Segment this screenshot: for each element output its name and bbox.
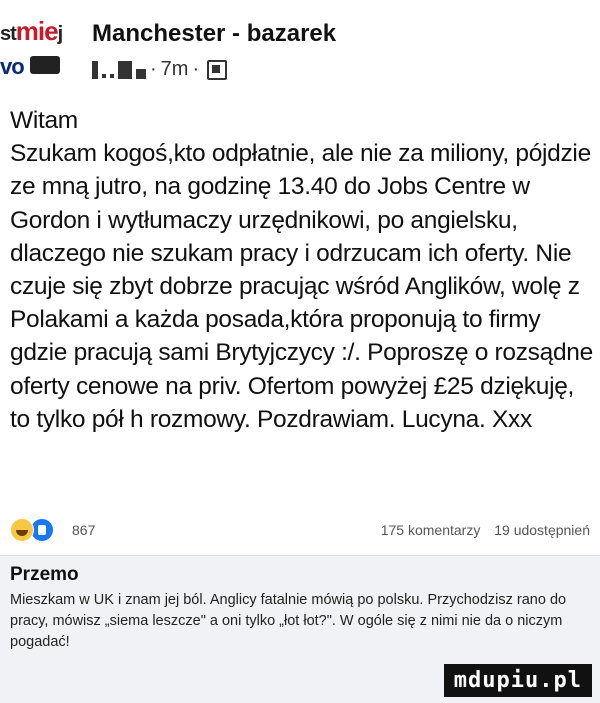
censored-author-block — [136, 68, 146, 79]
avatar-censor-blot — [30, 56, 60, 74]
group-name[interactable]: Manchester - bazarek — [92, 20, 336, 48]
meta-separator: · — [150, 58, 157, 80]
reactions-count: 867 — [72, 522, 96, 538]
meta-separator: · — [192, 58, 200, 80]
censored-author-block — [92, 60, 98, 79]
censored-author-block — [118, 60, 132, 79]
reactions[interactable]: 867 — [10, 518, 95, 542]
post-time[interactable]: 7m — [161, 58, 189, 81]
watermark-logo: mdupiu.pl — [443, 664, 592, 697]
avatar-line-1: stmiej — [0, 16, 63, 46]
post-stats-bar: 867 175 komentarzy 19 udostępnień — [10, 516, 590, 544]
group-avatar[interactable]: stmiej vo — [0, 16, 72, 84]
comments-shares: 175 komentarzy 19 udostępnień — [381, 522, 590, 538]
avatar-line-2: vo — [0, 54, 25, 79]
censored-author-block — [110, 73, 114, 78]
post-text: Witam Szukam kogoś,kto odpłatnie, ale ni… — [10, 107, 593, 433]
post-header: stmiej vo Manchester - bazarek · 7m · — [0, 8, 600, 88]
censored-author-block — [102, 73, 106, 78]
comment-author[interactable]: Przemo — [10, 564, 79, 586]
shares-count[interactable]: 19 udostępnień — [494, 522, 590, 538]
haha-emoji-icon — [10, 518, 34, 542]
comments-count[interactable]: 175 komentarzy — [381, 522, 481, 538]
comment-text: Mieszkam w UK i znam jej ból. Anglicy fa… — [10, 592, 567, 650]
post-meta: · 7m · — [92, 58, 228, 81]
globe-icon — [207, 59, 228, 80]
